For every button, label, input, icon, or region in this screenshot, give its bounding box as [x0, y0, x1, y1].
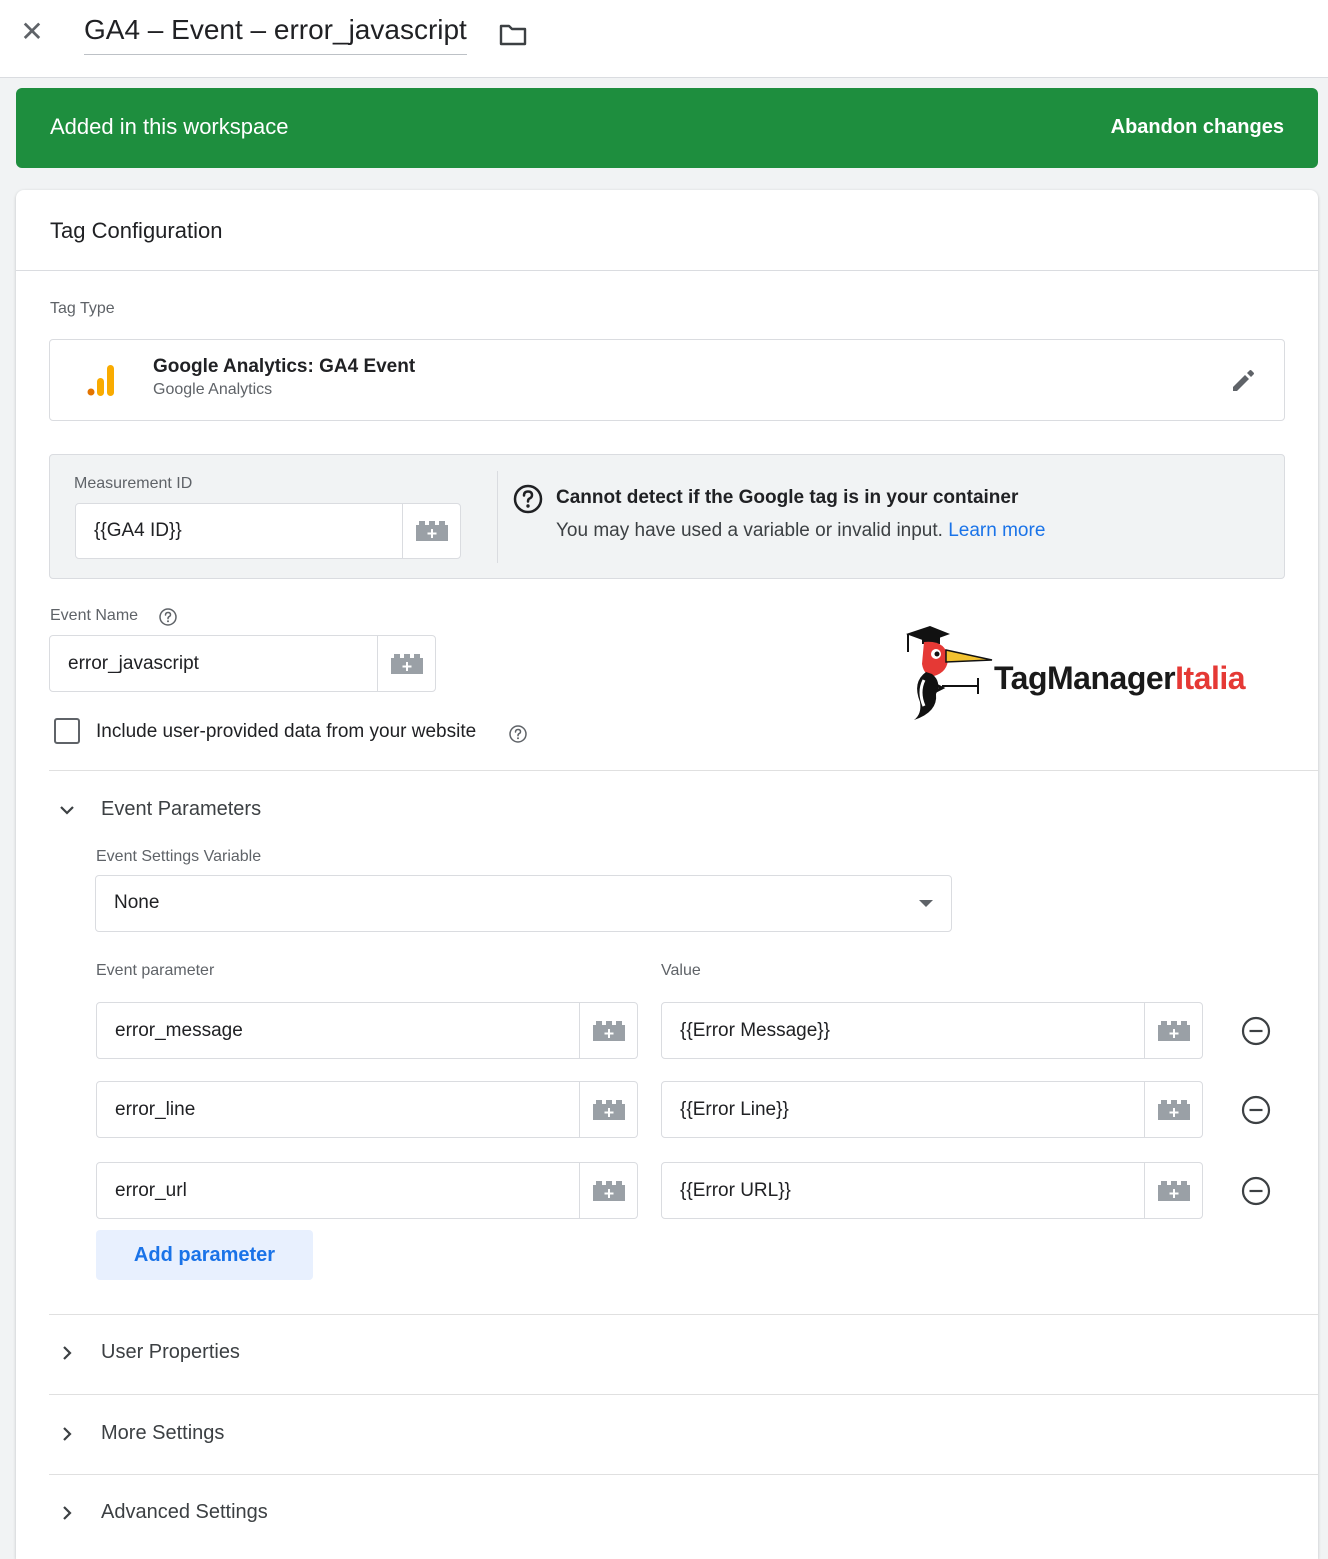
dropdown-arrow-icon	[919, 900, 933, 907]
learn-more-link[interactable]: Learn more	[948, 520, 1045, 541]
remove-row-icon[interactable]	[1240, 1094, 1272, 1126]
measurement-id-value: {{GA4 ID}}	[94, 520, 182, 541]
parameter-name-value: error_line	[115, 1098, 196, 1120]
variable-picker-button[interactable]	[1144, 1003, 1202, 1058]
chevron-right-icon	[63, 1427, 72, 1441]
section-divider	[49, 1394, 1318, 1395]
close-icon[interactable]: ✕	[18, 18, 46, 46]
parameter-name-value: error_url	[115, 1179, 187, 1201]
google-tag-warning-title: Cannot detect if the Google tag is in yo…	[556, 487, 1019, 508]
value-column-header: Value	[661, 962, 701, 979]
remove-row-icon[interactable]	[1240, 1175, 1272, 1207]
variable-brick-icon	[390, 653, 423, 674]
abandon-changes-button[interactable]: Abandon changes	[1111, 116, 1284, 139]
user-properties-toggle[interactable]: User Properties	[49, 1331, 1285, 1375]
parameter-value-field[interactable]: {{Error URL}}	[661, 1162, 1203, 1219]
event-settings-variable-value: None	[114, 892, 160, 913]
section-divider	[49, 1314, 1318, 1315]
variable-picker-button[interactable]	[579, 1003, 637, 1058]
folder-icon[interactable]	[498, 22, 528, 48]
tag-configuration-card: Tag Configuration Tag Type Google Analyt…	[16, 190, 1318, 1559]
parameter-value-text: {{Error Message}}	[680, 1019, 830, 1041]
variable-brick-icon	[1157, 1099, 1190, 1120]
more-settings-label: More Settings	[101, 1422, 225, 1444]
variable-picker-button[interactable]	[1144, 1082, 1202, 1137]
edit-pencil-icon[interactable]	[1228, 366, 1258, 396]
measurement-id-field[interactable]: {{GA4 ID}}	[75, 503, 461, 559]
add-parameter-button[interactable]: Add parameter	[96, 1230, 313, 1280]
parameter-name-field[interactable]: error_message	[96, 1002, 638, 1059]
chevron-right-icon	[63, 1506, 72, 1520]
tag-type-label: Tag Type	[50, 300, 115, 317]
warning-message: You may have used a variable or invalid …	[556, 520, 943, 541]
tag-type-name: Google Analytics: GA4 Event	[153, 356, 416, 377]
woodpecker-mascot-icon	[906, 626, 993, 720]
tag-type-provider: Google Analytics	[153, 381, 273, 398]
google-tag-warning-text: You may have used a variable or invalid …	[556, 520, 1045, 542]
remove-row-icon[interactable]	[1240, 1015, 1272, 1047]
parameter-name-value: error_message	[115, 1019, 243, 1041]
user-data-help-icon[interactable]	[508, 724, 528, 744]
more-settings-toggle[interactable]: More Settings	[49, 1412, 1285, 1456]
variable-brick-icon	[592, 1180, 625, 1201]
logo-text-dark: TagManager	[994, 660, 1176, 696]
variable-brick-icon	[592, 1099, 625, 1120]
variable-brick-icon	[415, 521, 448, 541]
parameter-value-text: {{Error Line}}	[680, 1098, 789, 1120]
parameter-name-field[interactable]: error_line	[96, 1081, 638, 1138]
user-data-checkbox[interactable]	[54, 718, 80, 744]
parameter-name-field[interactable]: error_url	[96, 1162, 638, 1219]
tag-type-selector[interactable]: Google Analytics: GA4 Event Google Analy…	[49, 339, 1285, 421]
event-settings-variable-label: Event Settings Variable	[96, 848, 262, 865]
variable-picker-button[interactable]	[579, 1163, 637, 1218]
top-bar: ✕ GA4 – Event – error_javascript	[0, 0, 1328, 78]
event-parameter-column-header: Event parameter	[96, 962, 215, 979]
advanced-settings-toggle[interactable]: Advanced Settings	[49, 1491, 1285, 1535]
event-name-label: Event Name	[50, 607, 139, 624]
parameter-value-field[interactable]: {{Error Message}}	[661, 1002, 1203, 1059]
panel-separator	[497, 471, 498, 563]
card-title: Tag Configuration	[50, 218, 223, 243]
card-divider	[16, 270, 1318, 271]
event-name-help-icon[interactable]	[158, 607, 178, 627]
variable-brick-icon	[592, 1020, 625, 1041]
logo-wordmark: TagManagerItalia	[994, 660, 1246, 697]
measurement-id-label: Measurement ID	[74, 475, 193, 492]
workspace-status-text: Added in this workspace	[50, 114, 289, 139]
chevron-down-icon	[60, 806, 74, 815]
parameter-value-field[interactable]: {{Error Line}}	[661, 1081, 1203, 1138]
event-name-field[interactable]: error_javascript	[49, 635, 436, 692]
help-circle-icon	[513, 484, 543, 514]
google-analytics-icon	[87, 365, 114, 396]
event-name-value: error_javascript	[68, 652, 199, 674]
user-properties-label: User Properties	[101, 1341, 240, 1363]
variable-brick-icon	[1157, 1180, 1190, 1201]
parameter-value-text: {{Error URL}}	[680, 1179, 791, 1201]
event-parameters-label: Event Parameters	[101, 798, 262, 820]
user-data-checkbox-label: Include user-provided data from your web…	[96, 721, 477, 742]
tagmanageritalia-logo: TagManagerItalia	[902, 618, 1272, 722]
advanced-settings-label: Advanced Settings	[101, 1501, 268, 1523]
variable-brick-icon	[1157, 1020, 1190, 1041]
event-settings-variable-dropdown[interactable]: None	[95, 875, 952, 932]
section-divider	[49, 1474, 1318, 1475]
section-divider	[49, 770, 1318, 771]
workspace-status-banner: Added in this workspace Abandon changes	[16, 88, 1318, 168]
event-parameters-toggle[interactable]: Event Parameters	[49, 788, 1285, 832]
chevron-right-icon	[63, 1346, 72, 1360]
variable-picker-button[interactable]	[579, 1082, 637, 1137]
variable-picker-button[interactable]	[1144, 1163, 1202, 1218]
measurement-id-panel: Measurement ID {{GA4 ID}} Cannot detect …	[49, 454, 1285, 579]
tag-name-field[interactable]: GA4 – Event – error_javascript	[84, 14, 467, 55]
variable-picker-button[interactable]	[377, 636, 435, 691]
logo-text-red: Italia	[1175, 660, 1246, 696]
variable-picker-button[interactable]	[402, 504, 460, 558]
